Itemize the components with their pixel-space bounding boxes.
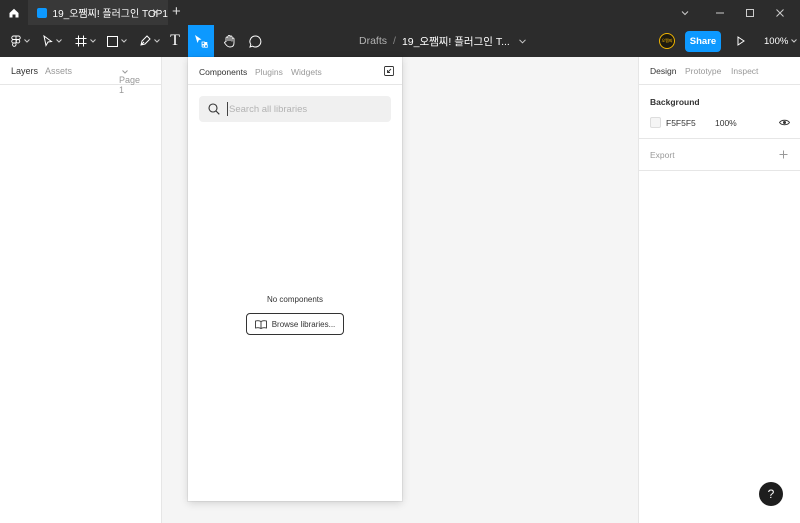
chevron-down-icon[interactable]	[670, 0, 700, 25]
search-icon	[208, 103, 220, 115]
tab-prototype[interactable]: Prototype	[685, 66, 721, 76]
present-button[interactable]	[733, 25, 749, 57]
pen-tool[interactable]	[135, 25, 163, 57]
properties-panel: Design Prototype Inspect Background F5F5…	[638, 57, 800, 523]
tab-layers[interactable]: Layers	[11, 66, 38, 76]
figma-logo-icon	[10, 35, 21, 47]
hand-icon	[223, 35, 234, 48]
left-panel-tabs: Layers Assets Page 1	[0, 57, 161, 95]
file-tab-title: 19_오쨈찌! 플러그인 TOP10	[52, 9, 168, 20]
tab-components[interactable]: Components	[199, 67, 247, 77]
chevron-down-icon[interactable]	[518, 38, 526, 44]
maximize-button[interactable]	[735, 0, 765, 25]
browse-libraries-label: Browse libraries...	[271, 319, 336, 329]
resources-tool[interactable]	[188, 25, 214, 57]
layers-panel: Layers Assets Page 1	[0, 57, 162, 523]
cursor-icon	[43, 35, 53, 47]
comment-tool[interactable]	[244, 25, 266, 57]
search-input[interactable]	[227, 102, 377, 116]
chevron-down-icon	[791, 39, 798, 43]
toolbar: T Drafts / 19_오쨈찌! 플러그인 T...	[0, 25, 800, 57]
book-icon	[254, 319, 267, 329]
background-title: Background	[650, 97, 700, 107]
chevron-down-icon	[122, 69, 128, 74]
home-button[interactable]	[0, 0, 28, 25]
title-bar: 19_오쨈찌! 플러그인 TOP10 × +	[0, 0, 800, 25]
pen-icon	[139, 35, 151, 46]
comment-icon	[248, 34, 261, 48]
zoom-dropdown[interactable]: 100%	[764, 25, 798, 57]
tab-design[interactable]: Design	[650, 66, 676, 76]
move-tool[interactable]	[38, 25, 66, 57]
home-icon	[9, 8, 19, 17]
main-menu-button[interactable]	[6, 25, 34, 57]
eye-icon[interactable]	[779, 119, 790, 126]
browse-libraries-button[interactable]: Browse libraries...	[246, 313, 344, 335]
play-icon	[737, 36, 745, 46]
tab-inspect[interactable]: Inspect	[731, 66, 758, 76]
window-close-button[interactable]	[765, 0, 795, 25]
add-icon[interactable]	[779, 150, 788, 159]
background-opacity-input[interactable]: 100%	[715, 118, 737, 128]
rectangle-icon	[107, 35, 118, 47]
close-tab-icon[interactable]: ×	[152, 6, 159, 18]
background-section: Background F5F5F5 100%	[639, 85, 800, 139]
hand-tool[interactable]	[218, 25, 240, 57]
figma-file-icon	[37, 7, 47, 18]
resources-panel: Components Plugins Widgets No components…	[188, 57, 402, 501]
breadcrumb-drafts[interactable]: Drafts	[359, 35, 387, 47]
collapse-icon[interactable]	[384, 66, 394, 76]
empty-state-text: No components	[266, 295, 324, 304]
new-tab-button[interactable]: +	[172, 4, 181, 19]
file-tab[interactable]: 19_오쨈찌! 플러그인 TOP10 ×	[28, 0, 168, 25]
share-button[interactable]: Share	[685, 31, 721, 52]
right-panel-tabs: Design Prototype Inspect	[639, 57, 800, 85]
file-name[interactable]: 19_오쨈찌! 플러그인 T...	[402, 34, 510, 49]
text-tool[interactable]: T	[165, 25, 185, 57]
tab-plugins[interactable]: Plugins	[255, 67, 283, 77]
tab-assets[interactable]: Assets	[45, 66, 72, 76]
tab-widgets[interactable]: Widgets	[291, 67, 322, 77]
library-search[interactable]	[199, 96, 391, 122]
frame-tool[interactable]	[71, 25, 99, 57]
export-section: Export	[639, 139, 800, 171]
shape-tool[interactable]	[103, 25, 131, 57]
avatar[interactable]: 오쨈찌	[659, 33, 675, 49]
minimize-button[interactable]	[705, 0, 735, 25]
help-button[interactable]: ?	[759, 482, 783, 506]
page-label: Page 1	[119, 75, 141, 95]
frame-icon	[75, 35, 86, 47]
resources-icon	[195, 35, 208, 48]
background-color-swatch[interactable]	[650, 117, 661, 128]
breadcrumb-separator: /	[393, 35, 396, 47]
page-selector[interactable]: Page 1	[119, 66, 140, 95]
zoom-level: 100%	[764, 35, 789, 47]
breadcrumb: Drafts / 19_오쨈찌! 플러그인 T...	[359, 25, 526, 57]
background-hex-input[interactable]: F5F5F5	[666, 118, 696, 128]
export-title: Export	[650, 150, 675, 160]
resources-tabs: Components Plugins Widgets	[188, 57, 402, 85]
